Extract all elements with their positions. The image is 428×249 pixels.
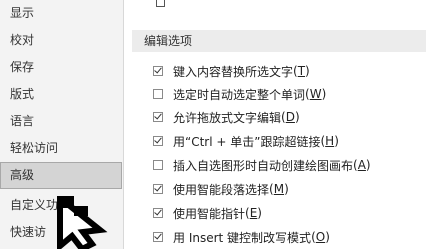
option-smart-paragraph-selection[interactable]: 使用智能段落选择(M): [153, 178, 289, 200]
access-key: A: [357, 158, 366, 172]
section-header: 编辑选项: [132, 30, 426, 52]
option-ctrl-click-hyperlink[interactable]: 用“Ctrl + 单击”跟踪超链接(H): [153, 130, 339, 152]
sidebar-item-display[interactable]: 显示: [0, 0, 122, 27]
option-label: 键入内容替换所选文字: [173, 64, 294, 79]
access-key: M: [273, 182, 285, 196]
mouse-pointer-icon: [57, 196, 108, 249]
checkbox[interactable]: [153, 160, 163, 170]
access-key: T: [297, 64, 306, 78]
option-label: 用 Insert 键控制改写模式: [173, 230, 312, 245]
option-label: 使用智能指针: [173, 206, 246, 221]
checkbox[interactable]: [153, 89, 163, 99]
option-insert-key-overtype[interactable]: 用 Insert 键控制改写模式(O): [153, 226, 330, 248]
checkbox[interactable]: [153, 66, 163, 76]
sidebar-item-accessibility[interactable]: 轻松访问: [0, 135, 122, 162]
access-key: W: [309, 87, 322, 101]
sidebar-item-advanced[interactable]: 高级: [0, 162, 122, 189]
option-select-entire-word[interactable]: 选定时自动选定整个单词(W): [153, 83, 326, 105]
partial-checkbox[interactable]: [156, 0, 165, 7]
option-label: 选定时自动选定整个单词: [173, 87, 306, 102]
option-typing-replaces-selection[interactable]: 键入内容替换所选文字(T): [153, 60, 310, 82]
checkbox[interactable]: [153, 112, 163, 122]
sidebar-item-language[interactable]: 语言: [0, 108, 122, 135]
access-key: H: [325, 134, 335, 148]
option-label: 使用智能段落选择: [173, 182, 270, 197]
sidebar-item-save[interactable]: 保存: [0, 54, 122, 81]
checkbox[interactable]: [153, 208, 163, 218]
option-drag-drop-editing[interactable]: 允许拖放式文字编辑(D): [153, 106, 300, 128]
checkbox[interactable]: [153, 136, 163, 146]
option-label: 允许拖放式文字编辑: [173, 110, 282, 125]
checkbox[interactable]: [153, 184, 163, 194]
option-label: 用“Ctrl + 单击”跟踪超链接: [173, 134, 321, 149]
sidebar-item-typography[interactable]: 版式: [0, 81, 122, 108]
options-content: 编辑选项 键入内容替换所选文字(T) 选定时自动选定整个单词(W) 允许拖放式文…: [124, 0, 428, 249]
sidebar-item-proofing[interactable]: 校对: [0, 27, 122, 54]
option-label: 插入自选图形时自动创建绘图画布: [173, 158, 354, 173]
option-auto-drawing-canvas[interactable]: 插入自选图形时自动创建绘图画布(A): [153, 154, 371, 176]
access-key: E: [249, 206, 258, 220]
access-key: D: [285, 110, 295, 124]
access-key: O: [315, 230, 326, 244]
option-smart-cursoring[interactable]: 使用智能指针(E): [153, 202, 262, 224]
section-title: 编辑选项: [144, 34, 193, 48]
checkbox[interactable]: [153, 232, 163, 242]
